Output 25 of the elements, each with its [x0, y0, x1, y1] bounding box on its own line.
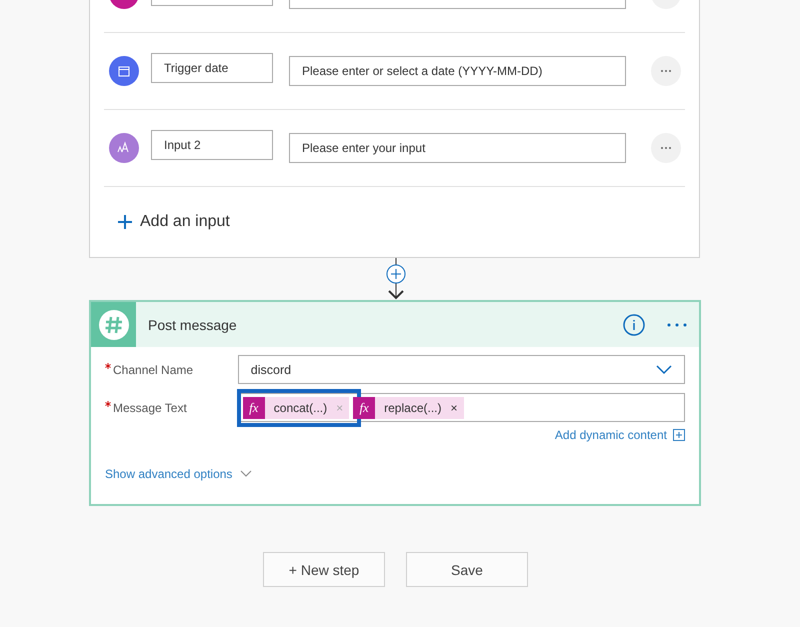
info-icon[interactable] [623, 314, 645, 336]
add-input-link[interactable]: Add an input [140, 213, 230, 231]
connector-drawing[interactable] [384, 258, 406, 300]
required-icon [105, 362, 111, 368]
add-dynamic-content-link[interactable]: Add dynamic content [554, 428, 667, 442]
field-label: Channel Name [105, 362, 238, 376]
input-value-field[interactable]: Please enter or select a date (YYYY-MM-DD) [289, 56, 626, 86]
expression-token[interactable]: fx replace(...) × [353, 396, 464, 418]
text-icon [109, 133, 139, 163]
add-icon[interactable] [673, 429, 685, 441]
new-step-button[interactable]: + New step [263, 552, 385, 587]
channel-dropdown[interactable]: discord [238, 355, 685, 384]
input-value-field[interactable]: Please enter your input [289, 133, 626, 163]
more-icon[interactable] [667, 322, 687, 326]
chevron-icon[interactable] [240, 470, 252, 478]
input-name-field[interactable]: Trigger date [151, 53, 273, 83]
calendar-icon [109, 56, 139, 86]
field-label: Message Text [105, 400, 238, 414]
save-button[interactable]: Save [406, 552, 528, 587]
plus-icon[interactable] [118, 215, 132, 229]
action-title: Post message [148, 316, 238, 332]
chevron-icon[interactable] [656, 364, 672, 374]
input-name-field[interactable]: Input 2 [151, 130, 273, 160]
advanced-options-link[interactable]: Show advanced options [105, 467, 232, 481]
required-icon [105, 400, 111, 406]
